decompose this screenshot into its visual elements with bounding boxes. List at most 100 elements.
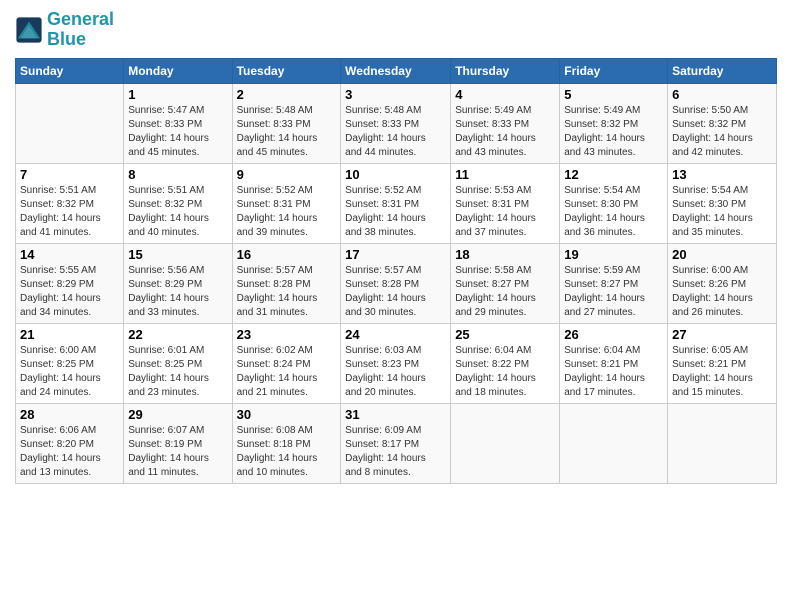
week-row-1: 1 Sunrise: 5:47 AM Sunset: 8:33 PM Daylig… — [16, 83, 777, 163]
calendar-cell: 26 Sunrise: 6:04 AM Sunset: 8:21 PM Dayli… — [560, 323, 668, 403]
calendar-table: SundayMondayTuesdayWednesdayThursdayFrid… — [15, 58, 777, 484]
calendar-cell: 30 Sunrise: 6:08 AM Sunset: 8:18 PM Dayli… — [232, 403, 341, 483]
weekday-header-sunday: Sunday — [16, 58, 124, 83]
day-number: 17 — [345, 247, 446, 262]
day-info: Sunrise: 6:06 AM Sunset: 8:20 PM Dayligh… — [20, 424, 119, 480]
day-info: Sunrise: 6:04 AM Sunset: 8:21 PM Dayligh… — [564, 344, 663, 400]
day-info: Sunrise: 6:09 AM Sunset: 8:17 PM Dayligh… — [345, 424, 446, 480]
weekday-header-row: SundayMondayTuesdayWednesdayThursdayFrid… — [16, 58, 777, 83]
calendar-cell: 5 Sunrise: 5:49 AM Sunset: 8:32 PM Daylig… — [560, 83, 668, 163]
day-number: 3 — [345, 87, 446, 102]
calendar-cell: 11 Sunrise: 5:53 AM Sunset: 8:31 PM Dayli… — [451, 163, 560, 243]
calendar-cell: 14 Sunrise: 5:55 AM Sunset: 8:29 PM Dayli… — [16, 243, 124, 323]
day-number: 25 — [455, 327, 555, 342]
weekday-header-tuesday: Tuesday — [232, 58, 341, 83]
day-number: 1 — [128, 87, 227, 102]
day-number: 24 — [345, 327, 446, 342]
day-number: 16 — [237, 247, 337, 262]
day-number: 28 — [20, 407, 119, 422]
day-number: 4 — [455, 87, 555, 102]
calendar-cell: 8Sunrise: 5:51 AM Sunset: 8:32 PM Daylig… — [124, 163, 232, 243]
logo: General Blue — [15, 10, 114, 50]
calendar-cell: 29 Sunrise: 6:07 AM Sunset: 8:19 PM Dayli… — [124, 403, 232, 483]
day-number: 7 — [20, 167, 119, 182]
day-info: Sunrise: 5:52 AM Sunset: 8:31 PM Dayligh… — [345, 184, 446, 240]
day-number: 15 — [128, 247, 227, 262]
logo-icon — [15, 16, 43, 44]
calendar-cell: 7 Sunrise: 5:51 AM Sunset: 8:32 PM Daylig… — [16, 163, 124, 243]
day-info: Sunrise: 5:51 AM Sunset: 8:32 PM Dayligh… — [20, 184, 119, 240]
calendar-cell: 15 Sunrise: 5:56 AM Sunset: 8:29 PM Dayli… — [124, 243, 232, 323]
weekday-header-saturday: Saturday — [668, 58, 777, 83]
day-info: Sunrise: 6:01 AM Sunset: 8:25 PM Dayligh… — [128, 344, 227, 400]
day-info: Sunrise: 6:07 AM Sunset: 8:19 PM Dayligh… — [128, 424, 227, 480]
day-info: Sunrise: 6:00 AM Sunset: 8:26 PM Dayligh… — [672, 264, 772, 320]
day-info: Sunrise: 5:47 AM Sunset: 8:33 PM Dayligh… — [128, 104, 227, 160]
calendar-cell: 2 Sunrise: 5:48 AM Sunset: 8:33 PM Daylig… — [232, 83, 341, 163]
day-number: 2 — [237, 87, 337, 102]
calendar-cell: 4Sunrise: 5:49 AM Sunset: 8:33 PM Daylig… — [451, 83, 560, 163]
calendar-cell: 10 Sunrise: 5:52 AM Sunset: 8:31 PM Dayli… — [341, 163, 451, 243]
day-number: 30 — [237, 407, 337, 422]
day-info: Sunrise: 6:03 AM Sunset: 8:23 PM Dayligh… — [345, 344, 446, 400]
day-info: Sunrise: 5:50 AM Sunset: 8:32 PM Dayligh… — [672, 104, 772, 160]
calendar-cell: 20Sunrise: 6:00 AM Sunset: 8:26 PM Dayli… — [668, 243, 777, 323]
calendar-cell: 22 Sunrise: 6:01 AM Sunset: 8:25 PM Dayli… — [124, 323, 232, 403]
day-number: 9 — [237, 167, 337, 182]
calendar-cell: 3Sunrise: 5:48 AM Sunset: 8:33 PM Daylig… — [341, 83, 451, 163]
day-number: 10 — [345, 167, 446, 182]
day-number: 14 — [20, 247, 119, 262]
calendar-cell: 12 Sunrise: 5:54 AM Sunset: 8:30 PM Dayli… — [560, 163, 668, 243]
day-number: 18 — [455, 247, 555, 262]
calendar-cell: 27 Sunrise: 6:05 AM Sunset: 8:21 PM Dayli… — [668, 323, 777, 403]
day-info: Sunrise: 5:54 AM Sunset: 8:30 PM Dayligh… — [672, 184, 772, 240]
day-number: 29 — [128, 407, 227, 422]
day-info: Sunrise: 6:05 AM Sunset: 8:21 PM Dayligh… — [672, 344, 772, 400]
day-number: 19 — [564, 247, 663, 262]
day-number: 26 — [564, 327, 663, 342]
day-info: Sunrise: 6:02 AM Sunset: 8:24 PM Dayligh… — [237, 344, 337, 400]
calendar-cell: 19Sunrise: 5:59 AM Sunset: 8:27 PM Dayli… — [560, 243, 668, 323]
weekday-header-thursday: Thursday — [451, 58, 560, 83]
day-info: Sunrise: 5:57 AM Sunset: 8:28 PM Dayligh… — [237, 264, 337, 320]
calendar-cell: 13 Sunrise: 5:54 AM Sunset: 8:30 PM Dayli… — [668, 163, 777, 243]
day-info: Sunrise: 5:53 AM Sunset: 8:31 PM Dayligh… — [455, 184, 555, 240]
day-info: Sunrise: 5:56 AM Sunset: 8:29 PM Dayligh… — [128, 264, 227, 320]
day-number: 8 — [128, 167, 227, 182]
header: General Blue — [15, 10, 777, 50]
calendar-cell — [16, 83, 124, 163]
week-row-4: 21 Sunrise: 6:00 AM Sunset: 8:25 PM Dayli… — [16, 323, 777, 403]
day-info: Sunrise: 5:48 AM Sunset: 8:33 PM Dayligh… — [237, 104, 337, 160]
day-number: 11 — [455, 167, 555, 182]
day-number: 27 — [672, 327, 772, 342]
page-container: General Blue SundayMondayTuesdayWednesda… — [0, 0, 792, 494]
day-number: 31 — [345, 407, 446, 422]
week-row-3: 14 Sunrise: 5:55 AM Sunset: 8:29 PM Dayli… — [16, 243, 777, 323]
day-number: 5 — [564, 87, 663, 102]
calendar-cell — [451, 403, 560, 483]
day-info: Sunrise: 5:54 AM Sunset: 8:30 PM Dayligh… — [564, 184, 663, 240]
day-number: 23 — [237, 327, 337, 342]
day-info: Sunrise: 5:52 AM Sunset: 8:31 PM Dayligh… — [237, 184, 337, 240]
day-info: Sunrise: 6:00 AM Sunset: 8:25 PM Dayligh… — [20, 344, 119, 400]
day-info: Sunrise: 6:04 AM Sunset: 8:22 PM Dayligh… — [455, 344, 555, 400]
day-info: Sunrise: 5:55 AM Sunset: 8:29 PM Dayligh… — [20, 264, 119, 320]
weekday-header-friday: Friday — [560, 58, 668, 83]
calendar-cell — [668, 403, 777, 483]
day-info: Sunrise: 5:49 AM Sunset: 8:32 PM Dayligh… — [564, 104, 663, 160]
calendar-cell — [560, 403, 668, 483]
day-number: 13 — [672, 167, 772, 182]
logo-text: General Blue — [47, 10, 114, 50]
day-number: 12 — [564, 167, 663, 182]
calendar-cell: 31 Sunrise: 6:09 AM Sunset: 8:17 PM Dayli… — [341, 403, 451, 483]
calendar-cell: 24 Sunrise: 6:03 AM Sunset: 8:23 PM Dayli… — [341, 323, 451, 403]
calendar-cell: 28 Sunrise: 6:06 AM Sunset: 8:20 PM Dayli… — [16, 403, 124, 483]
calendar-cell: 6 Sunrise: 5:50 AM Sunset: 8:32 PM Daylig… — [668, 83, 777, 163]
calendar-cell: 21 Sunrise: 6:00 AM Sunset: 8:25 PM Dayli… — [16, 323, 124, 403]
day-number: 21 — [20, 327, 119, 342]
day-number: 6 — [672, 87, 772, 102]
day-number: 22 — [128, 327, 227, 342]
week-row-5: 28 Sunrise: 6:06 AM Sunset: 8:20 PM Dayli… — [16, 403, 777, 483]
day-info: Sunrise: 6:08 AM Sunset: 8:18 PM Dayligh… — [237, 424, 337, 480]
calendar-cell: 1 Sunrise: 5:47 AM Sunset: 8:33 PM Daylig… — [124, 83, 232, 163]
